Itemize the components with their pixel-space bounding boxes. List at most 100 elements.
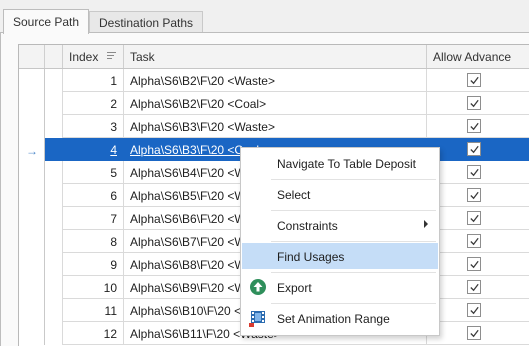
menu-item-export[interactable]: Export — [242, 274, 438, 300]
checkmark-icon — [470, 145, 479, 154]
row-indicator[interactable] — [19, 69, 45, 92]
checkmark-icon — [470, 214, 479, 223]
index-cell[interactable]: 11 — [63, 299, 124, 322]
task-cell[interactable]: Alpha\S6\B2\F\20 <Waste> — [124, 69, 427, 92]
allow-advance-checkbox[interactable] — [467, 211, 481, 225]
row-indicator[interactable]: → — [19, 138, 45, 161]
row-indicator[interactable] — [19, 207, 45, 230]
menu-item-find-usages[interactable]: Find Usages — [242, 243, 438, 269]
allow-advance-cell — [427, 138, 529, 161]
allow-advance-cell — [427, 161, 529, 184]
allow-advance-cell — [427, 230, 529, 253]
index-cell[interactable]: 2 — [63, 92, 124, 115]
menu-separator — [271, 303, 436, 304]
checkmark-icon — [470, 191, 479, 200]
allow-advance-checkbox[interactable] — [467, 142, 481, 156]
column-header-allow-advance-label: Allow Advance — [433, 50, 512, 64]
menu-item-set-animation-range[interactable]: Set Animation Range — [242, 305, 438, 331]
allow-advance-checkbox[interactable] — [467, 280, 481, 294]
task-cell[interactable]: Alpha\S6\B3\F\20 <Waste> — [124, 115, 427, 138]
tab-destination-paths[interactable]: Destination Paths — [89, 11, 204, 33]
table-row[interactable]: 2 Alpha\S6\B2\F\20 <Coal> — [19, 92, 529, 115]
row-gap-cell — [45, 92, 63, 115]
index-cell[interactable]: 9 — [63, 253, 124, 276]
row-gap-cell — [45, 161, 63, 184]
export-icon — [250, 279, 266, 295]
indicator-header — [19, 45, 45, 68]
tab-source-path-label: Source Path — [13, 15, 80, 29]
allow-advance-checkbox[interactable] — [467, 188, 481, 202]
allow-advance-checkbox[interactable] — [467, 119, 481, 133]
row-gap-cell — [45, 69, 63, 92]
allow-advance-checkbox[interactable] — [467, 326, 481, 340]
column-header-task[interactable]: Task — [124, 45, 427, 68]
row-gap-cell — [45, 299, 63, 322]
index-cell[interactable]: 6 — [63, 184, 124, 207]
checkmark-icon — [470, 306, 479, 315]
menu-item-label: Select — [277, 188, 311, 202]
index-cell[interactable]: 10 — [63, 276, 124, 299]
row-indicator[interactable] — [19, 322, 45, 345]
allow-advance-cell — [427, 299, 529, 322]
allow-advance-checkbox[interactable] — [467, 96, 481, 110]
menu-item-navigate-to-table-deposit[interactable]: Navigate To Table Deposit — [242, 150, 438, 176]
index-cell[interactable]: 4 — [63, 138, 124, 161]
menu-separator — [271, 241, 436, 242]
column-header-index-label: Index — [69, 50, 99, 64]
checkmark-icon — [470, 260, 479, 269]
index-cell[interactable]: 8 — [63, 230, 124, 253]
gap-header — [45, 45, 63, 68]
submenu-arrow-icon — [424, 220, 428, 228]
menu-item-label: Navigate To Table Deposit — [277, 157, 416, 171]
allow-advance-checkbox[interactable] — [467, 234, 481, 248]
allow-advance-cell — [427, 184, 529, 207]
row-gap-cell — [45, 184, 63, 207]
index-cell[interactable]: 5 — [63, 161, 124, 184]
sort-icon — [107, 52, 116, 59]
row-indicator[interactable] — [19, 184, 45, 207]
grid-header: Index Task Allow Advance — [19, 45, 529, 69]
row-gap-cell — [45, 115, 63, 138]
row-indicator[interactable] — [19, 161, 45, 184]
menu-item-select[interactable]: Select — [242, 181, 438, 207]
row-indicator[interactable] — [19, 276, 45, 299]
row-gap-cell — [45, 230, 63, 253]
menu-item-constraints[interactable]: Constraints — [242, 212, 438, 238]
menu-item-label: Constraints — [277, 219, 338, 233]
row-indicator[interactable] — [19, 115, 45, 138]
tab-source-path[interactable]: Source Path — [3, 9, 90, 34]
row-gap-cell — [45, 207, 63, 230]
index-cell[interactable]: 7 — [63, 207, 124, 230]
menu-item-label: Set Animation Range — [277, 312, 390, 326]
tab-bar: Source Path Destination Paths — [0, 0, 529, 34]
index-cell[interactable]: 12 — [63, 322, 124, 345]
menu-separator — [271, 272, 436, 273]
checkmark-icon — [470, 329, 479, 338]
checkmark-icon — [470, 168, 479, 177]
allow-advance-checkbox[interactable] — [467, 303, 481, 317]
table-row[interactable]: 1 Alpha\S6\B2\F\20 <Waste> — [19, 69, 529, 92]
allow-advance-checkbox[interactable] — [467, 257, 481, 271]
allow-advance-checkbox[interactable] — [467, 165, 481, 179]
context-menu: Navigate To Table Deposit Select Constra… — [240, 147, 440, 336]
row-indicator[interactable] — [19, 92, 45, 115]
allow-advance-cell — [427, 69, 529, 92]
film-strip-icon — [249, 311, 265, 327]
index-cell[interactable]: 3 — [63, 115, 124, 138]
row-indicator[interactable] — [19, 253, 45, 276]
row-indicator[interactable] — [19, 230, 45, 253]
task-cell[interactable]: Alpha\S6\B2\F\20 <Coal> — [124, 92, 427, 115]
tab-destination-paths-label: Destination Paths — [99, 16, 194, 30]
checkmark-icon — [470, 283, 479, 292]
column-header-allow-advance[interactable]: Allow Advance — [427, 45, 529, 68]
checkmark-icon — [470, 122, 479, 131]
column-header-index[interactable]: Index — [63, 45, 124, 68]
row-indicator[interactable] — [19, 299, 45, 322]
allow-advance-cell — [427, 92, 529, 115]
menu-separator — [271, 179, 436, 180]
column-header-task-label: Task — [130, 50, 155, 64]
allow-advance-checkbox[interactable] — [467, 73, 481, 87]
index-cell[interactable]: 1 — [63, 69, 124, 92]
row-gap-cell — [45, 253, 63, 276]
table-row[interactable]: 3 Alpha\S6\B3\F\20 <Waste> — [19, 115, 529, 138]
